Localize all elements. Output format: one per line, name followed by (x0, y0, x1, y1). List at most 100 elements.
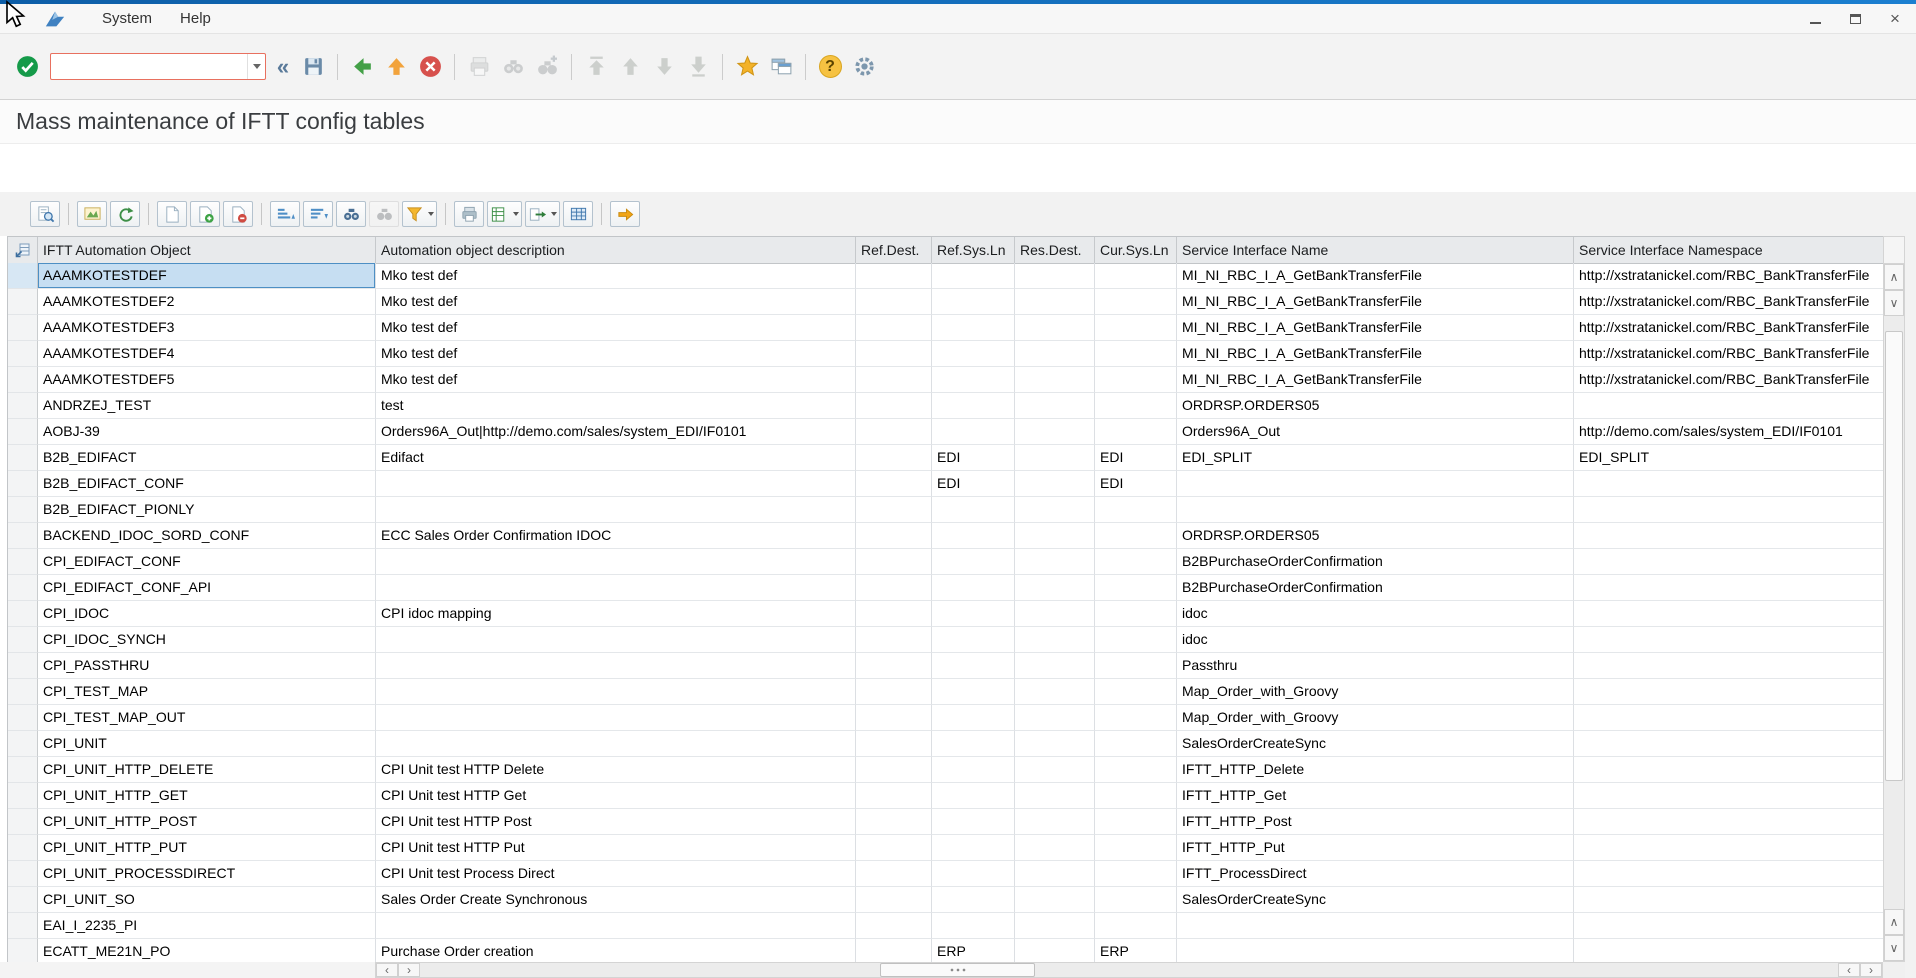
table-cell[interactable]: http://xstratanickel.com/RBC_BankTransfe… (1574, 289, 1883, 315)
table-cell[interactable] (932, 289, 1015, 315)
table-cell[interactable] (856, 471, 932, 497)
table-cell[interactable]: EDI (932, 445, 1015, 471)
table-cell[interactable]: test (376, 393, 856, 419)
table-cell[interactable] (1015, 315, 1095, 341)
column-header[interactable]: Automation object description (376, 237, 856, 264)
table-cell[interactable] (856, 783, 932, 809)
table-cell[interactable] (856, 601, 932, 627)
table-cell[interactable] (1015, 679, 1095, 705)
table-cell[interactable] (1015, 471, 1095, 497)
table-cell[interactable]: CPI_UNIT_HTTP_PUT (38, 835, 376, 861)
row-selector[interactable] (8, 445, 38, 471)
table-cell[interactable] (932, 263, 1015, 289)
table-cell[interactable]: Orders96A_Out|http://demo.com/sales/syst… (376, 419, 856, 445)
table-cell[interactable] (856, 315, 932, 341)
grid-print-button[interactable] (454, 201, 484, 227)
table-cell[interactable] (932, 861, 1015, 887)
table-cell[interactable]: CPI Unit test HTTP Delete (376, 757, 856, 783)
table-cell[interactable]: ECC Sales Order Confirmation IDOC (376, 523, 856, 549)
table-cell[interactable] (1015, 627, 1095, 653)
insert-row-button[interactable] (190, 201, 220, 227)
table-cell[interactable] (1095, 419, 1177, 445)
table-cell[interactable] (1574, 783, 1883, 809)
sort-descending-button[interactable] (303, 201, 333, 227)
export-spreadsheet-button[interactable] (487, 201, 522, 227)
table-cell[interactable]: Edifact (376, 445, 856, 471)
table-cell[interactable] (856, 835, 932, 861)
graphic-button[interactable] (77, 201, 107, 227)
table-cell[interactable]: B2BPurchaseOrderConfirmation (1177, 575, 1574, 601)
table-cell[interactable] (932, 679, 1015, 705)
horizontal-scroll-thumb[interactable] (880, 963, 1035, 977)
table-cell[interactable]: CPI_UNIT_SO (38, 887, 376, 913)
table-cell[interactable] (1574, 627, 1883, 653)
scroll-left-button[interactable]: ‹ (376, 963, 398, 977)
row-selector[interactable] (8, 939, 38, 962)
column-header[interactable]: IFTT Automation Object (38, 237, 376, 264)
close-button[interactable]: × (1884, 8, 1906, 30)
table-cell[interactable] (1015, 887, 1095, 913)
table-cell[interactable] (932, 549, 1015, 575)
table-cell[interactable] (856, 939, 932, 962)
help-button[interactable]: ? (813, 51, 847, 83)
table-cell[interactable]: CPI Unit test HTTP Get (376, 783, 856, 809)
row-selector[interactable] (8, 887, 38, 913)
enter-button[interactable] (10, 51, 44, 83)
table-cell[interactable] (1095, 809, 1177, 835)
table-cell[interactable] (1015, 289, 1095, 315)
table-cell[interactable] (856, 809, 932, 835)
table-cell[interactable] (1095, 679, 1177, 705)
table-cell[interactable]: B2B_EDIFACT (38, 445, 376, 471)
table-cell[interactable] (1177, 497, 1574, 523)
table-cell[interactable] (1095, 315, 1177, 341)
row-selector[interactable] (8, 263, 38, 289)
table-cell[interactable] (1574, 913, 1883, 939)
table-cell[interactable] (856, 367, 932, 393)
table-cell[interactable] (932, 497, 1015, 523)
scroll-right-button[interactable]: › (1860, 963, 1882, 977)
table-cell[interactable] (376, 549, 856, 575)
table-cell[interactable] (856, 419, 932, 445)
scroll-down-button[interactable]: ∨ (1884, 290, 1904, 316)
table-cell[interactable] (376, 653, 856, 679)
column-header[interactable]: Ref.Sys.Ln (932, 237, 1015, 264)
table-cell[interactable]: Purchase Order creation (376, 939, 856, 962)
table-cell[interactable] (932, 835, 1015, 861)
table-cell[interactable] (856, 861, 932, 887)
table-cell[interactable] (1574, 939, 1883, 962)
new-entry-button[interactable] (157, 201, 187, 227)
table-cell[interactable] (856, 757, 932, 783)
row-selector[interactable] (8, 783, 38, 809)
table-cell[interactable] (1015, 861, 1095, 887)
table-cell[interactable] (856, 653, 932, 679)
table-cell[interactable]: ERP (932, 939, 1015, 962)
table-cell[interactable] (1015, 367, 1095, 393)
horizontal-scroll-track[interactable] (420, 963, 1838, 977)
scroll-up-button[interactable]: ∧ (1884, 264, 1904, 290)
table-cell[interactable] (1095, 367, 1177, 393)
table-cell[interactable]: EDI_SPLIT (1574, 445, 1883, 471)
table-cell[interactable]: ERP (1095, 939, 1177, 962)
column-header[interactable]: Service Interface Namespace (1574, 237, 1884, 264)
table-cell[interactable]: CPI Unit test HTTP Put (376, 835, 856, 861)
table-cell[interactable]: IFTT_HTTP_Delete (1177, 757, 1574, 783)
scroll-left-button[interactable]: ‹ (1838, 963, 1860, 977)
table-cell[interactable]: MI_NI_RBC_I_A_GetBankTransferFile (1177, 315, 1574, 341)
table-cell[interactable] (932, 575, 1015, 601)
row-selector[interactable] (8, 601, 38, 627)
table-cell[interactable]: IFTT_HTTP_Post (1177, 809, 1574, 835)
table-cell[interactable]: BACKEND_IDOC_SORD_CONF (38, 523, 376, 549)
table-cell[interactable] (1015, 913, 1095, 939)
row-selector[interactable] (8, 419, 38, 445)
table-cell[interactable] (1095, 523, 1177, 549)
table-cell[interactable] (1015, 575, 1095, 601)
table-cell[interactable] (1015, 809, 1095, 835)
table-cell[interactable]: Mko test def (376, 341, 856, 367)
table-cell[interactable] (1095, 289, 1177, 315)
table-cell[interactable] (856, 679, 932, 705)
table-cell[interactable]: Sales Order Create Synchronous (376, 887, 856, 913)
table-cell[interactable]: SalesOrderCreateSync (1177, 731, 1574, 757)
transfer-button[interactable] (610, 201, 640, 227)
row-selector[interactable] (8, 627, 38, 653)
export-data-button[interactable] (525, 201, 560, 227)
